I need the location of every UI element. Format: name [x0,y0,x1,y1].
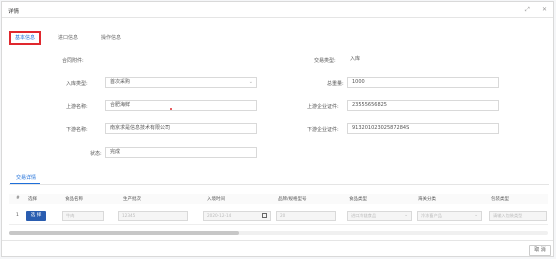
food-name-cell[interactable]: 牛肉 [62,211,104,221]
upstream-name-label: 上游名称: [66,104,88,110]
batch-cell[interactable]: 12345 [118,211,188,221]
col-index: # [16,196,20,201]
chevron-down-icon: ⌄ [404,213,408,218]
upstream-cert-label: 上游企业证件: [307,104,339,110]
tab-basic-info[interactable]: 基本信息 [9,31,42,45]
chevron-down-icon: ⌄ [474,213,478,218]
col-food-name: 食品名称 [65,197,83,202]
contract-label: 合同附件: [62,58,84,64]
cancel-button[interactable]: 取 消 [529,245,551,256]
col-food-type: 食品类型 [349,197,367,202]
dialog-titlebar: 详情 ⤢ ✕ [2,2,553,18]
col-package: 包装类型 [491,197,509,202]
active-tab-indicator [10,183,40,184]
downstream-cert-label: 下游企业证件: [307,127,339,133]
col-batch: 生产批次 [123,197,141,202]
downstream-name-field[interactable]: 南京求是信息技术有限公司 [105,123,257,134]
chevron-down-icon: ⌄ [248,79,253,85]
customs-value: 冷冻畜产品 [421,213,442,218]
customs-cell[interactable]: 冷冻畜产品 ⌄ [417,211,482,221]
tab-operation-info[interactable]: 操作信息 [101,31,121,45]
section-divider [9,184,549,185]
dialog-title: 详情 [8,9,20,15]
footer-divider [2,240,553,241]
inbound-type-value: 首次采购 [110,79,131,85]
choose-button[interactable]: 选 择 [26,211,46,221]
col-brand: 品牌/规格型号 [278,197,307,202]
brand-cell[interactable]: 20 [276,211,336,221]
package-cell[interactable]: 请输入包装类型 [489,211,547,221]
col-customs: 海关分类 [418,197,436,202]
status-field[interactable]: 完成 [105,147,257,158]
trade-type-label: 交易类型: [314,58,336,64]
close-icon[interactable]: ✕ [542,7,547,13]
cursor-marker [170,108,172,110]
total-weight-field[interactable]: 1000 [347,77,499,88]
downstream-cert-field[interactable]: 91320102302587284S [347,123,499,134]
upstream-cert-field[interactable]: 23555656825 [347,100,499,111]
tab-import-info[interactable]: 进口信息 [58,31,78,45]
downstream-name-label: 下游名称: [66,127,88,133]
row-index: 1 [16,213,19,218]
entry-time-value: 2020-12-14 [207,213,232,218]
inbound-type-label: 入库类型: [66,81,88,87]
calendar-icon[interactable] [262,213,267,218]
entry-time-cell[interactable]: 2020-12-14 [203,211,271,221]
detail-dialog: 详情 ⤢ ✕ 基本信息 进口信息 操作信息 合同附件: 交易类型: 入库 入库类… [1,1,554,257]
total-weight-label: 总重量: [327,81,344,87]
maximize-icon[interactable]: ⤢ [525,7,530,13]
row-divider [9,224,548,225]
col-choose: 选择 [28,197,37,202]
scrollbar-thumb[interactable] [9,231,239,235]
food-type-value: 进口冷链食品 [351,213,377,218]
status-label: 状态: [90,151,102,157]
tab-trade-detail[interactable]: 交易详情 [16,174,36,181]
inbound-type-select[interactable]: 首次采购 ⌄ [105,77,257,88]
col-entry-time: 入境时间 [207,197,225,202]
upstream-name-field[interactable]: 合肥海鲜 [105,100,257,111]
food-type-cell[interactable]: 进口冷链食品 ⌄ [347,211,412,221]
trade-type-value: 入库 [350,56,361,62]
